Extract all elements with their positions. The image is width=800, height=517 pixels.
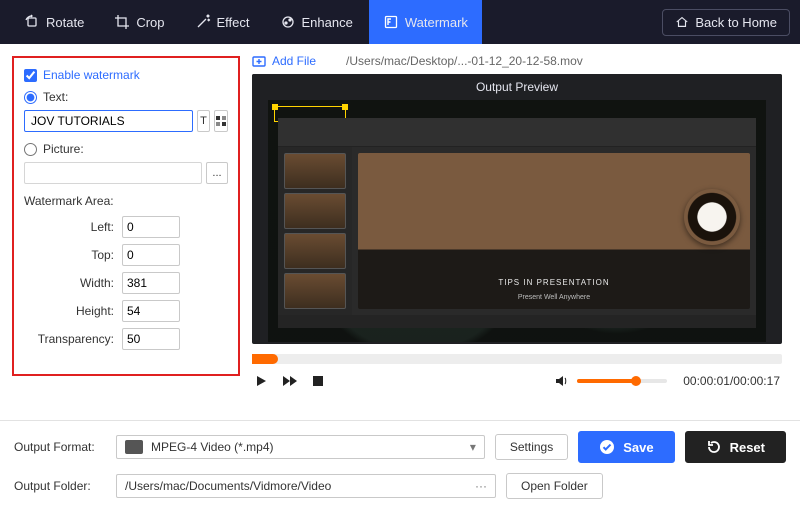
output-folder-field[interactable]: /Users/mac/Documents/Vidmore/Video ··· — [116, 474, 496, 498]
watermark-panel: Enable watermark Text: T Picture: — [12, 56, 240, 376]
open-folder-button[interactable]: Open Folder — [506, 473, 603, 499]
slide-thumb — [284, 193, 346, 229]
tool-enhance-label: Enhance — [302, 15, 353, 30]
tool-watermark[interactable]: Watermark — [369, 0, 482, 44]
forward-button[interactable] — [282, 374, 298, 388]
slide-thumb — [284, 153, 346, 189]
save-button[interactable]: Save — [578, 431, 674, 463]
add-file-button[interactable]: Add File — [252, 54, 316, 68]
volume-icon[interactable] — [555, 374, 571, 388]
rotate-icon — [24, 14, 40, 30]
left-label: Left: — [24, 220, 114, 234]
output-footer: Output Format: MPEG-4 Video (*.mp4) ▾ Se… — [0, 420, 800, 509]
crop-icon — [114, 14, 130, 30]
output-folder-label: Output Folder: — [14, 479, 106, 493]
width-input[interactable] — [122, 272, 180, 294]
add-file-icon — [252, 54, 266, 68]
play-button[interactable] — [254, 374, 268, 388]
preview-file-path: /Users/mac/Desktop/...-01-12_20-12-58.mo… — [346, 54, 583, 68]
preview-pane: Add File /Users/mac/Desktop/...-01-12_20… — [252, 44, 800, 420]
top-label: Top: — [24, 248, 114, 262]
top-input[interactable] — [122, 244, 180, 266]
check-circle-icon — [599, 439, 615, 455]
height-input[interactable] — [122, 300, 180, 322]
back-home-button[interactable]: Back to Home — [662, 9, 790, 36]
back-home-label: Back to Home — [695, 15, 777, 30]
tool-rotate-label: Rotate — [46, 15, 84, 30]
height-label: Height: — [24, 304, 114, 318]
transparency-input[interactable] — [122, 328, 180, 350]
slide-subcaption: Present Well Anywhere — [518, 294, 590, 301]
watermark-area-label: Watermark Area: — [24, 194, 228, 208]
reset-button[interactable]: Reset — [685, 431, 786, 463]
main-area: Enable watermark Text: T Picture: — [0, 44, 800, 420]
watermark-sidebar: Enable watermark Text: T Picture: — [0, 44, 252, 420]
watermark-text-label: Text: — [43, 90, 68, 104]
transparency-label: Transparency: — [24, 332, 114, 346]
left-input[interactable] — [122, 216, 180, 238]
embedded-presentation: TIPS IN PRESENTATION Present Well Anywhe… — [278, 118, 756, 328]
watermark-color-button[interactable] — [214, 110, 228, 132]
format-icon — [125, 440, 143, 454]
output-format-label: Output Format: — [14, 440, 106, 454]
settings-button[interactable]: Settings — [495, 434, 568, 460]
output-format-value: MPEG-4 Video (*.mp4) — [151, 440, 274, 454]
watermark-picture-label: Picture: — [43, 142, 84, 156]
tool-crop[interactable]: Crop — [100, 0, 178, 44]
tool-watermark-label: Watermark — [405, 15, 468, 30]
watermark-picture-radio[interactable] — [24, 143, 37, 156]
watermark-text-input[interactable] — [24, 110, 193, 132]
slide-thumb — [284, 233, 346, 269]
watermark-font-button[interactable]: T — [197, 110, 210, 132]
effect-icon — [195, 14, 211, 30]
top-toolbar: Rotate Crop Effect Enhance Watermark Bac… — [0, 0, 800, 44]
time-display: 00:00:01/00:00:17 — [683, 374, 780, 388]
chevron-down-icon: ▾ — [470, 440, 476, 454]
reset-icon — [706, 439, 722, 455]
tool-rotate[interactable]: Rotate — [10, 0, 98, 44]
video-preview: Output Preview TIPS IN PR — [252, 74, 782, 344]
preview-title: Output Preview — [252, 74, 782, 100]
tool-effect-label: Effect — [217, 15, 250, 30]
tool-effect[interactable]: Effect — [181, 0, 264, 44]
enhance-icon — [280, 14, 296, 30]
output-folder-value: /Users/mac/Documents/Vidmore/Video — [125, 479, 331, 493]
color-picker-icon — [215, 115, 227, 127]
width-label: Width: — [24, 276, 114, 290]
stop-button[interactable] — [312, 375, 324, 387]
tool-crop-label: Crop — [136, 15, 164, 30]
ellipsis-icon: ··· — [475, 479, 487, 493]
enable-watermark-label: Enable watermark — [43, 68, 140, 82]
watermark-picture-input[interactable] — [24, 162, 202, 184]
enable-watermark-checkbox[interactable] — [24, 69, 37, 82]
watermark-tool-icon — [383, 14, 399, 30]
video-canvas[interactable]: TIPS IN PRESENTATION Present Well Anywhe… — [268, 100, 766, 342]
timeline-slider[interactable] — [252, 354, 782, 364]
slide-caption: TIPS IN PRESENTATION — [498, 278, 609, 287]
output-format-select[interactable]: MPEG-4 Video (*.mp4) ▾ — [116, 435, 485, 459]
add-file-label: Add File — [272, 54, 316, 68]
watermark-text-radio[interactable] — [24, 91, 37, 104]
watermark-picture-browse-button[interactable]: ... — [206, 162, 228, 184]
volume-slider[interactable] — [577, 379, 667, 383]
tool-enhance[interactable]: Enhance — [266, 0, 367, 44]
home-icon — [675, 15, 689, 29]
slide-thumb — [284, 273, 346, 309]
